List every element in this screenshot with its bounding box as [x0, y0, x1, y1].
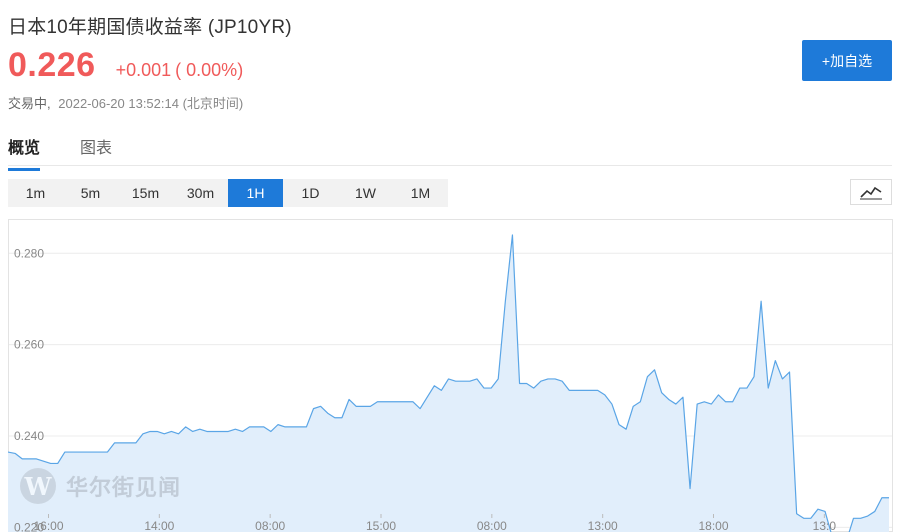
interval-30m[interactable]: 30m	[173, 179, 228, 207]
security-title: 日本10年期国债收益率 (JP10YR)	[8, 17, 292, 38]
x-tick-label: 18:00	[698, 519, 728, 532]
watermark-logo: W	[20, 468, 56, 504]
price-row: 0.226 +0.001 ( 0.00%)	[8, 46, 243, 85]
x-tick-label: 15:00	[366, 519, 396, 532]
y-tick-label: 0.280	[14, 246, 44, 260]
last-price: 0.226	[8, 46, 96, 84]
price-change-percent: ( 0.00%)	[175, 60, 244, 80]
interval-15m[interactable]: 15m	[118, 179, 173, 207]
y-tick-label: 0.240	[14, 429, 44, 443]
tab-overview[interactable]: 概览	[8, 134, 41, 171]
interval-1mo[interactable]: 1M	[393, 179, 448, 207]
x-tick-label: 14:00	[144, 519, 174, 532]
x-tick-label: 13:0	[813, 519, 837, 532]
tab-chart[interactable]: 图表	[80, 134, 112, 168]
y-tick-label: 0.260	[14, 338, 44, 352]
interval-1h[interactable]: 1H	[228, 179, 283, 207]
watermark: W 华尔街见闻	[20, 468, 181, 504]
interval-1w[interactable]: 1W	[338, 179, 393, 207]
trading-status: 交易中, 2022-06-20 13:52:14 (北京时间)	[8, 93, 243, 112]
interval-5m[interactable]: 5m	[63, 179, 118, 207]
interval-1d[interactable]: 1D	[283, 179, 338, 207]
x-tick-label: 13:00	[588, 519, 618, 532]
x-tick-label: 08:00	[255, 519, 285, 532]
x-tick-label: 08:00	[477, 519, 507, 532]
chart-type-toggle[interactable]	[850, 179, 892, 205]
watermark-text: 华尔街见闻	[66, 475, 182, 501]
status-label: 交易中,	[8, 96, 51, 111]
line-chart-icon	[860, 186, 882, 200]
tab-bar: 概览 图表	[8, 128, 892, 171]
interval-selector: 1m 5m 15m 30m 1H 1D 1W 1M	[8, 179, 448, 207]
add-to-watchlist-button[interactable]: +加自选	[802, 40, 892, 81]
quote-timestamp: 2022-06-20 13:52:14 (北京时间)	[58, 96, 244, 111]
x-tick-label: 16:00	[33, 519, 63, 532]
interval-1m[interactable]: 1m	[8, 179, 63, 207]
price-change: +0.001	[115, 60, 172, 80]
